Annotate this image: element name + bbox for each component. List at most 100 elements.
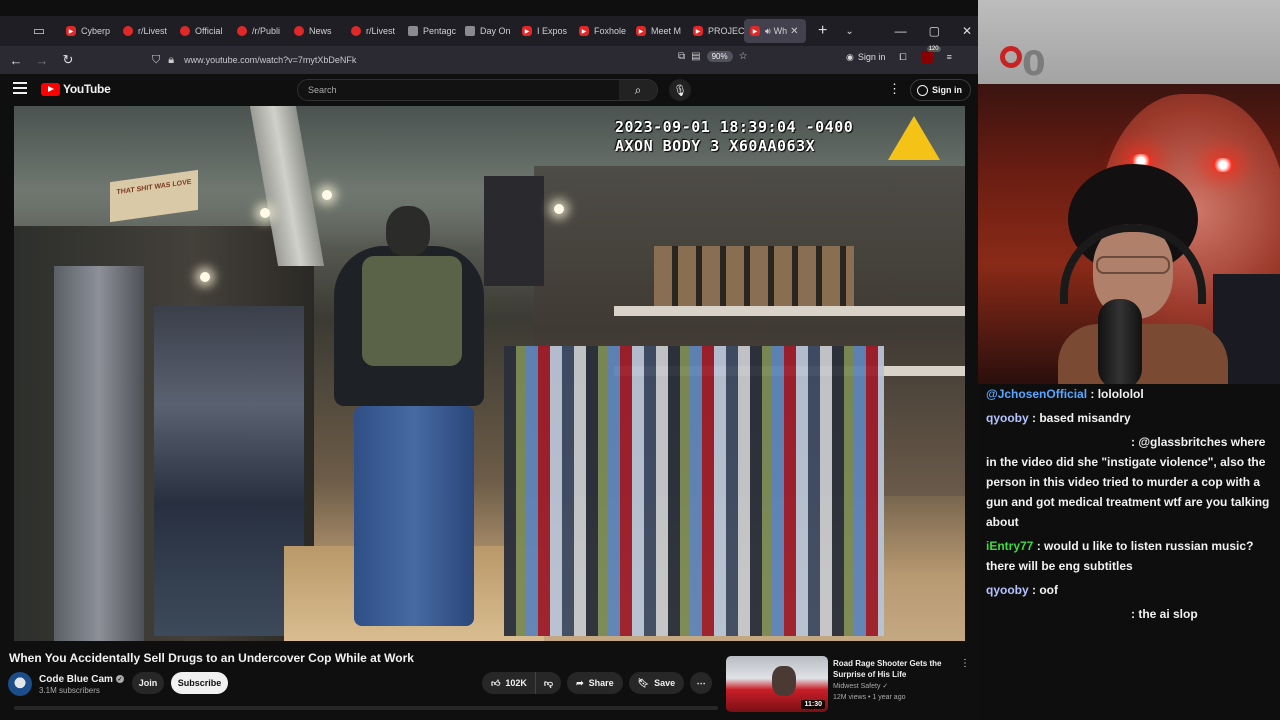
more-actions-button[interactable]: ⋯ [690,672,713,694]
list-all-tabs-icon[interactable]: ⌄ [845,26,853,37]
tab-label: Wh [773,26,788,36]
chat-username: qyooby [986,583,1029,597]
video-actions: 👍︎ 102K 👎︎ ➦ Share 🔖︎ Save ⋯ [482,672,713,694]
video-scene-hat-rack [154,306,304,636]
chat-text: : based misandry [1028,411,1131,425]
recommended-menu-icon[interactable]: ⋮ [960,658,970,669]
settings-more-icon[interactable]: ⋮ [888,81,901,97]
extensions-icon[interactable]: ⧠ [899,52,906,63]
youtube-logo[interactable]: YouTube [41,82,111,96]
url-text[interactable]: www.youtube.com/watch?v=7mytXbDeNFk [184,55,356,65]
maximize-icon[interactable]: ▢ [929,24,940,38]
back-icon[interactable]: ← [6,53,26,68]
chat-username: @JchosenOfficial [986,387,1088,401]
guide-menu-icon[interactable] [13,82,27,97]
join-button[interactable]: Join [132,672,164,694]
microphone [1098,299,1142,384]
new-tab-icon[interactable]: + [818,22,827,40]
browser-tab[interactable]: ▶ PROJEC [687,19,744,43]
tab-overview-icon[interactable]: ▭ [28,20,50,42]
user-circle-icon [917,84,928,96]
page-icon [465,26,475,36]
tab-label: PROJEC [708,26,744,36]
recommended-title[interactable]: Road Rage Shooter Gets the Surprise of H… [833,658,951,680]
forward-icon[interactable]: → [32,53,52,68]
search-input[interactable] [298,85,618,95]
tabs: ▶ Cyberp r/Livest Official/r/Publi News r/Liv… [60,19,806,43]
browser-tab[interactable]: ▶ Cyberp [60,19,117,43]
share-icon: ➦ [576,677,584,688]
subscriber-count: 3.1M subscribers [39,685,100,695]
browser-tab[interactable]: Official [174,19,231,43]
youtube-masthead: YouTube ⌕ 🎙︎ ⋮ Sign in [0,74,978,106]
video-scene-backpack [362,256,462,366]
glowing-eye [1210,158,1236,172]
search-box: ⌕ [297,79,658,101]
voice-search-button[interactable]: 🎙︎ [669,79,691,101]
youtube-signin-button[interactable]: Sign in [910,79,971,101]
video-scene-light [554,204,564,214]
speaker-icon[interactable]: 🔊︎ [765,26,771,37]
close-tab-icon[interactable]: ✕ [790,26,798,37]
channel-info: Code Blue Cam ✓ 3.1M subscribers [39,674,124,695]
reload-icon[interactable]: ↻ [58,52,78,68]
channel-name-row: Code Blue Cam ✓ [39,674,124,685]
channel-name[interactable]: Code Blue Cam [39,674,113,685]
recommended-channel: Midwest Safety ✓ [833,682,888,690]
verified-check-icon: ✓ [115,675,124,683]
page-icon [408,26,418,36]
app-menu-icon[interactable]: ≡ [947,52,952,62]
save-button[interactable]: 🔖︎ Save [628,672,685,694]
browser-tab[interactable]: ▶ 🔊︎ Wh ✕ [744,19,806,43]
tab-label: News [309,26,332,36]
video-scene-light [322,190,332,200]
browser-tab[interactable]: Pentagc [402,19,459,43]
video-title: When You Accidentally Sell Drugs to an U… [9,651,414,665]
lock-icon[interactable]: 🔒︎ [168,54,174,67]
zoom-level[interactable]: 90% [706,51,733,62]
recommended-channel-name: Midwest Safety [833,683,881,690]
video-scene-light [260,208,270,218]
browser-tab[interactable]: ▶ Foxhole [573,19,630,43]
recommended-video[interactable]: 11:30 Road Rage Shooter Gets the Surpris… [726,656,976,712]
minimize-icon[interactable]: — [895,24,907,38]
stream-overlay: 0 @JchosenOfficial : lolololol qyooby : b… [978,0,1280,720]
bodycam-device-id: AXON BODY 3 X60AA063X [615,137,816,155]
subscribe-button[interactable]: Subscribe [171,672,228,694]
youtube-icon: ▶ [66,26,76,36]
browser-tab[interactable]: News [288,19,345,43]
browser-tab[interactable]: Day On [459,19,516,43]
bookmark-icon: 🔖︎ [637,677,650,688]
thumbs-up-icon: 👍︎ [491,677,501,688]
like-button[interactable]: 👍︎ 102K [482,672,536,694]
picture-in-picture-icon[interactable]: ⧉ [678,51,685,62]
browser-tab[interactable]: r/Livest [117,19,174,43]
video-scene-person-head [386,206,430,256]
share-button[interactable]: ➦ Share [567,672,623,694]
tab-label: Day On [480,26,511,36]
dislike-button[interactable]: 👎︎ [535,672,562,694]
search-button[interactable]: ⌕ [619,80,657,100]
chat-text: : oof [1028,583,1058,597]
browser-tab[interactable]: ▶ Meet M [630,19,687,43]
firefox-signin-label: Sign in [857,52,886,62]
chat-message: iEntry77 : would u like to listen russia… [986,536,1274,576]
firefox-account-button[interactable]: ◉ Sign in [846,52,885,63]
close-window-icon[interactable]: ✕ [962,24,972,38]
video-player[interactable]: THAT SHIT WAS LOVE 2023-09-01 18:39:04 -… [14,106,965,641]
tab-label: Official [195,26,223,36]
recommended-thumbnail[interactable]: 11:30 [726,656,828,712]
youtube-logo-text: YouTube [63,82,111,96]
ublock-icon[interactable]: 120 [920,46,941,63]
browser-tab[interactable]: ▶ I Expos [516,19,573,43]
browser-tab[interactable]: r/Livest [345,19,402,43]
chat-message: : the ai slop [986,604,1274,624]
channel-avatar[interactable] [8,672,32,696]
youtube-icon: ▶ [522,26,532,36]
video-scene-poster [484,176,544,286]
youtube-icon: ▶ [636,26,646,36]
tracking-protection-icon[interactable]: ⛉ [152,54,160,67]
reader-view-icon[interactable]: ▤ [691,51,700,62]
bookmark-star-icon[interactable]: ☆ [739,51,748,62]
browser-tab[interactable]: /r/Publi [231,19,288,43]
